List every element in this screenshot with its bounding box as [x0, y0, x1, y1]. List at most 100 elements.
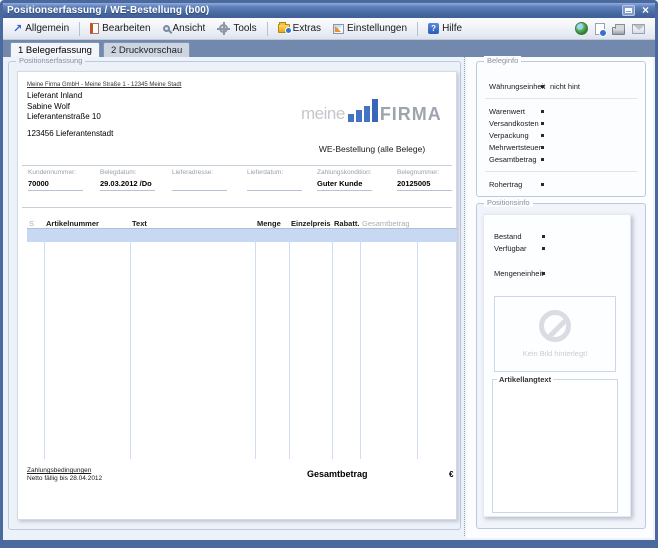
arrow-ne-icon — [13, 22, 22, 35]
info-label: Rohertrag — [489, 180, 541, 189]
positionsinfo-panel: Bestand Verfügbar Mengeneinheit — [483, 214, 631, 517]
column-header-einzelpreis[interactable]: Einzelpreis — [289, 219, 332, 228]
column-header-s[interactable]: S — [27, 219, 44, 228]
field-value[interactable]: 29.03.2012 /Do — [100, 179, 168, 188]
field-value[interactable]: 20125005 — [397, 179, 448, 188]
company-logo: meine FIRMA — [301, 96, 442, 122]
recipient-address: Lieferant Inland Sabine Wolf Lieferanten… — [27, 91, 101, 123]
info-label: Versandkosten — [489, 119, 541, 128]
magnifier-icon — [163, 25, 170, 32]
field-kundennummer: Kundennummer: 70000 — [28, 169, 100, 191]
column-header-text[interactable]: Text — [130, 219, 255, 228]
field-value[interactable]: 70000 — [28, 179, 96, 188]
window-title: Positionserfassung / WE-Bestellung (b00) — [7, 5, 209, 16]
menu-item-allgemein[interactable]: Allgemein — [9, 20, 73, 37]
info-row-verpackung: Verpackung — [477, 129, 645, 141]
restore-window-icon[interactable] — [622, 5, 635, 16]
field-belegdatum: Belegdatum: 29.03.2012 /Do — [100, 169, 172, 191]
menu-item-hilfe[interactable]: Hilfe — [424, 21, 466, 36]
column-header-artikelnummer[interactable]: Artikelnummer — [44, 219, 130, 228]
column-gridline — [44, 242, 45, 459]
menu-separator — [79, 22, 80, 36]
menu-label: Hilfe — [442, 23, 462, 34]
menu-item-einstellungen[interactable]: Einstellungen — [329, 21, 411, 36]
field-underline — [172, 190, 227, 191]
field-value[interactable]: Guter Kunde — [317, 179, 393, 188]
recipient-city: 123456 Lieferantenstadt — [27, 129, 113, 138]
field-value[interactable] — [247, 179, 313, 188]
bar-chart-icon — [348, 99, 378, 122]
menu-label: Einstellungen — [347, 23, 407, 34]
positions-table: S Artikelnummer Text Menge Einzelpreis R… — [27, 218, 457, 459]
settings-icon — [333, 24, 344, 34]
app-window: Positionserfassung / WE-Bestellung (b00)… — [0, 0, 658, 548]
divider — [485, 171, 637, 172]
menu-bar: Allgemein Bearbeiten Ansicht Tools Extra… — [3, 18, 655, 40]
payment-terms-link[interactable]: Zahlungsbedingungen — [27, 467, 102, 474]
menu-item-tools[interactable]: Tools — [213, 21, 260, 36]
field-lieferdatum: Lieferdatum: — [247, 169, 317, 191]
field-underline — [28, 190, 83, 191]
field-label: Lieferadresse: — [172, 169, 243, 176]
info-label: Bestand — [494, 232, 542, 241]
column-header-rabatt[interactable]: Rabatt. — [332, 219, 360, 228]
info-label: Verpackung — [489, 131, 541, 140]
selected-table-row[interactable] — [27, 229, 457, 242]
positionserfassung-group: Positionserfassung Meine Firma GmbH - Me… — [8, 61, 461, 530]
bullet-icon — [541, 146, 544, 149]
tab-belegerfassung[interactable]: 1 Belegerfassung — [10, 42, 100, 57]
total-label: Gesamtbetrag — [307, 469, 368, 479]
notebook-icon — [90, 23, 99, 34]
field-zahlungskondition: Zahlungskondition: Guter Kunde — [317, 169, 397, 191]
globe-icon[interactable] — [575, 22, 588, 35]
menu-label: Ansicht — [173, 23, 206, 34]
field-label: Belegnummer: — [397, 169, 448, 176]
menu-separator — [417, 22, 418, 36]
field-label: Kundennummer: — [28, 169, 96, 176]
column-header-menge[interactable]: Menge — [255, 219, 289, 228]
menu-label: Bearbeiten — [102, 23, 150, 34]
no-image-icon — [539, 310, 571, 342]
help-icon — [428, 23, 439, 34]
positionsinfo-group: Positionsinfo Bestand Verfügbar — [476, 203, 646, 529]
document-header-fields: Kundennummer: 70000 Belegdatum: 29.03.20… — [28, 169, 452, 191]
printer-icon[interactable] — [612, 27, 625, 35]
article-image-placeholder: Kein Bild hinterlegt! — [494, 296, 616, 372]
beleginfo-group: Beleginfo Währungseinheit nicht hint War… — [476, 61, 646, 197]
field-lieferadresse: Lieferadresse: — [172, 169, 247, 191]
info-label: Warenwert — [489, 107, 541, 116]
group-label: Positionserfassung — [16, 56, 85, 65]
bullet-icon — [542, 272, 545, 275]
payment-terms-value: Netto fällig bis 28.04.2012 — [27, 475, 102, 482]
column-gridline — [332, 242, 333, 459]
column-gridline — [255, 242, 256, 459]
field-label: Lieferdatum: — [247, 169, 313, 176]
divider — [22, 207, 452, 208]
table-body[interactable] — [27, 242, 457, 459]
info-row-versandkosten: Versandkosten — [477, 117, 645, 129]
menu-item-bearbeiten[interactable]: Bearbeiten — [86, 21, 154, 36]
close-icon[interactable]: × — [640, 5, 651, 16]
tab-druckvorschau[interactable]: 2 Druckvorschau — [103, 42, 190, 57]
menu-item-extras[interactable]: Extras — [274, 21, 325, 36]
menu-item-ansicht[interactable]: Ansicht — [159, 21, 210, 36]
column-header-gesamtbetrag[interactable]: Gesamtbetrag — [360, 219, 417, 228]
no-image-text: Kein Bild hinterlegt! — [523, 349, 588, 358]
bullet-icon — [541, 110, 544, 113]
mail-icon[interactable] — [632, 24, 645, 34]
artikellangtext-box[interactable]: Artikellangtext — [492, 379, 618, 513]
document-icon[interactable] — [595, 23, 605, 35]
info-sidebar: Beleginfo Währungseinheit nicht hint War… — [466, 57, 653, 538]
info-row-mehrwertsteuer: Mehrwertsteuer — [477, 141, 645, 153]
bullet-icon — [541, 183, 544, 186]
bullet-icon — [541, 134, 544, 137]
field-value[interactable] — [172, 179, 243, 188]
bullet-icon — [541, 158, 544, 161]
info-row-verfuegbar: Verfügbar — [484, 242, 630, 254]
field-underline — [100, 190, 155, 191]
content-area: Positionserfassung Meine Firma GmbH - Me… — [3, 57, 655, 540]
field-belegnummer: Belegnummer: 20125005 — [397, 169, 452, 191]
bullet-icon — [542, 247, 545, 250]
document-type-title: WE-Bestellung (alle Belege) — [286, 144, 458, 154]
info-label: Währungseinheit — [489, 82, 541, 91]
